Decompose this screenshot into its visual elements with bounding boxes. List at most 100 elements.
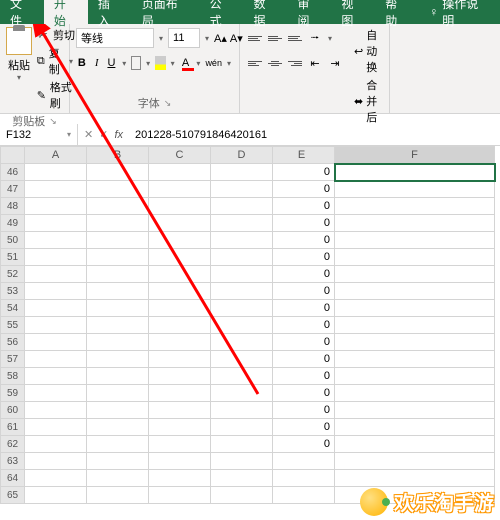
cell[interactable] (25, 317, 87, 334)
paste-dropdown-icon[interactable]: ▾ (15, 73, 23, 82)
cell[interactable]: 0 (273, 385, 335, 402)
cell[interactable] (273, 453, 335, 470)
cell[interactable] (87, 419, 149, 436)
cell[interactable] (25, 419, 87, 436)
cell[interactable] (335, 470, 495, 487)
paste-button[interactable]: 粘贴 ▾ (6, 27, 32, 111)
cell[interactable] (149, 351, 211, 368)
cell[interactable] (211, 453, 273, 470)
col-header-D[interactable]: D (211, 147, 273, 164)
cell[interactable]: 0 (273, 249, 335, 266)
cell[interactable] (273, 470, 335, 487)
cell[interactable] (211, 300, 273, 317)
cell[interactable]: 0 (273, 232, 335, 249)
cell[interactable] (25, 334, 87, 351)
cell[interactable] (149, 334, 211, 351)
merge-center-button[interactable]: ⬌ 合并后 (354, 77, 383, 125)
tab-insert[interactable]: 插入 (88, 0, 132, 24)
cell[interactable] (335, 402, 495, 419)
cell[interactable] (87, 402, 149, 419)
cell[interactable] (335, 283, 495, 300)
cell[interactable] (87, 181, 149, 198)
cell[interactable] (25, 487, 87, 504)
fx-icon[interactable]: fx (114, 129, 123, 141)
font-size-dropdown-icon[interactable]: ▾ (203, 34, 211, 43)
cell[interactable] (25, 164, 87, 181)
cell[interactable] (87, 300, 149, 317)
cell[interactable] (149, 300, 211, 317)
cell[interactable]: 0 (273, 368, 335, 385)
cell[interactable] (149, 249, 211, 266)
cell[interactable] (149, 198, 211, 215)
cell[interactable] (25, 181, 87, 198)
row-header[interactable]: 65 (1, 487, 25, 504)
orientation-button[interactable]: ⭬ (306, 29, 324, 47)
cell[interactable] (87, 453, 149, 470)
cell[interactable] (211, 470, 273, 487)
cell[interactable] (335, 385, 495, 402)
font-color-button[interactable]: A (180, 54, 192, 72)
increase-font-button[interactable]: A▴ (214, 29, 227, 47)
underline-button[interactable]: U (106, 54, 118, 72)
row-header[interactable]: 50 (1, 232, 25, 249)
cell[interactable] (87, 470, 149, 487)
col-header-C[interactable]: C (149, 147, 211, 164)
align-bottom-button[interactable] (286, 30, 304, 46)
cell[interactable] (25, 300, 87, 317)
cell[interactable] (25, 470, 87, 487)
cell[interactable] (211, 215, 273, 232)
cell[interactable] (211, 283, 273, 300)
row-header[interactable]: 46 (1, 164, 25, 181)
phonetic-button[interactable]: wén (205, 54, 222, 72)
cell[interactable]: 0 (273, 419, 335, 436)
row-header[interactable]: 63 (1, 453, 25, 470)
cell[interactable] (25, 215, 87, 232)
cell[interactable] (87, 232, 149, 249)
cell[interactable] (149, 487, 211, 504)
row-header[interactable]: 54 (1, 300, 25, 317)
fill-color-button[interactable] (155, 56, 165, 70)
cell[interactable] (25, 351, 87, 368)
cell[interactable]: 0 (273, 181, 335, 198)
row-header[interactable]: 48 (1, 198, 25, 215)
row-header[interactable]: 47 (1, 181, 25, 198)
bold-button[interactable]: B (76, 54, 88, 72)
cell[interactable] (87, 198, 149, 215)
cell[interactable] (335, 249, 495, 266)
cell[interactable] (25, 436, 87, 453)
cell[interactable] (149, 317, 211, 334)
row-header[interactable]: 49 (1, 215, 25, 232)
cell[interactable] (87, 249, 149, 266)
borders-button[interactable] (131, 56, 141, 70)
cell[interactable] (87, 334, 149, 351)
cell[interactable]: 0 (273, 266, 335, 283)
cell[interactable] (87, 368, 149, 385)
cell[interactable] (87, 164, 149, 181)
cell[interactable]: 0 (273, 215, 335, 232)
cell[interactable] (149, 215, 211, 232)
row-header[interactable]: 57 (1, 351, 25, 368)
align-middle-button[interactable] (266, 30, 284, 46)
row-header[interactable]: 53 (1, 283, 25, 300)
cell[interactable] (335, 368, 495, 385)
cell[interactable] (87, 385, 149, 402)
cell[interactable] (25, 266, 87, 283)
col-header-B[interactable]: B (87, 147, 149, 164)
cell[interactable] (87, 351, 149, 368)
cell[interactable] (211, 402, 273, 419)
cell[interactable] (211, 334, 273, 351)
cell[interactable]: 0 (273, 164, 335, 181)
cell[interactable] (87, 317, 149, 334)
cell[interactable] (211, 164, 273, 181)
tab-home[interactable]: 开始 (44, 0, 88, 24)
cell[interactable] (211, 368, 273, 385)
row-header[interactable]: 56 (1, 334, 25, 351)
row-header[interactable]: 52 (1, 266, 25, 283)
cell[interactable] (335, 317, 495, 334)
italic-button[interactable]: I (91, 54, 103, 72)
phonetic-dropdown-icon[interactable]: ▾ (225, 59, 233, 68)
cell[interactable] (87, 215, 149, 232)
font-name-select[interactable] (76, 28, 154, 48)
col-header-E[interactable]: E (273, 147, 335, 164)
cell[interactable] (149, 436, 211, 453)
